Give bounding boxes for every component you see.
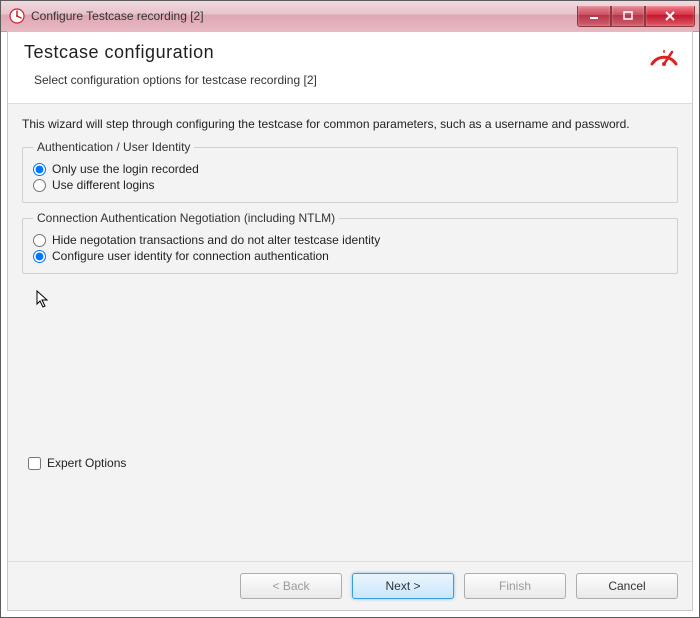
conn-auth-legend: Connection Authentication Negotiation (i… bbox=[33, 211, 339, 225]
expert-options-input[interactable] bbox=[28, 457, 41, 470]
radio-different-logins-label: Use different logins bbox=[52, 178, 155, 192]
button-bar: < Back Next > Finish Cancel bbox=[8, 561, 692, 610]
close-button[interactable] bbox=[645, 6, 695, 27]
titlebar: Configure Testcase recording [2] bbox=[1, 1, 699, 32]
page-title: Testcase configuration bbox=[24, 42, 676, 63]
radio-configure-identity[interactable]: Configure user identity for connection a… bbox=[33, 249, 667, 263]
radio-hide-negotiation[interactable]: Hide negotation transactions and do not … bbox=[33, 233, 667, 247]
intro-text: This wizard will step through configurin… bbox=[22, 116, 678, 132]
minimize-icon bbox=[589, 11, 599, 21]
radio-configure-identity-input[interactable] bbox=[33, 250, 46, 263]
next-button[interactable]: Next > bbox=[352, 573, 454, 599]
radio-hide-negotiation-input[interactable] bbox=[33, 234, 46, 247]
window-title: Configure Testcase recording [2] bbox=[31, 9, 577, 23]
minimize-button[interactable] bbox=[577, 6, 611, 27]
dialog-window: Configure Testcase recording [2] Testcas… bbox=[0, 0, 700, 618]
finish-button[interactable]: Finish bbox=[464, 573, 566, 599]
back-button[interactable]: < Back bbox=[240, 573, 342, 599]
maximize-button[interactable] bbox=[611, 6, 645, 27]
radio-only-login-input[interactable] bbox=[33, 163, 46, 176]
close-icon bbox=[664, 10, 676, 22]
gauge-icon bbox=[648, 40, 680, 68]
app-icon bbox=[9, 8, 25, 24]
expert-options-label: Expert Options bbox=[47, 456, 126, 470]
maximize-icon bbox=[623, 11, 633, 21]
expert-options-checkbox[interactable]: Expert Options bbox=[28, 456, 126, 470]
radio-configure-identity-label: Configure user identity for connection a… bbox=[52, 249, 329, 263]
radio-hide-negotiation-label: Hide negotation transactions and do not … bbox=[52, 233, 380, 247]
window-controls bbox=[577, 6, 695, 26]
conn-auth-group: Connection Authentication Negotiation (i… bbox=[22, 211, 678, 274]
auth-identity-group: Authentication / User Identity Only use … bbox=[22, 140, 678, 203]
page-subtitle: Select configuration options for testcas… bbox=[34, 73, 676, 87]
radio-only-login[interactable]: Only use the login recorded bbox=[33, 162, 667, 176]
banner: Testcase configuration Select configurat… bbox=[8, 32, 692, 104]
cancel-button[interactable]: Cancel bbox=[576, 573, 678, 599]
radio-different-logins[interactable]: Use different logins bbox=[33, 178, 667, 192]
content-area: This wizard will step through configurin… bbox=[8, 104, 692, 294]
radio-different-logins-input[interactable] bbox=[33, 179, 46, 192]
auth-identity-legend: Authentication / User Identity bbox=[33, 140, 194, 154]
radio-only-login-label: Only use the login recorded bbox=[52, 162, 199, 176]
dialog-body: Testcase configuration Select configurat… bbox=[7, 31, 693, 611]
